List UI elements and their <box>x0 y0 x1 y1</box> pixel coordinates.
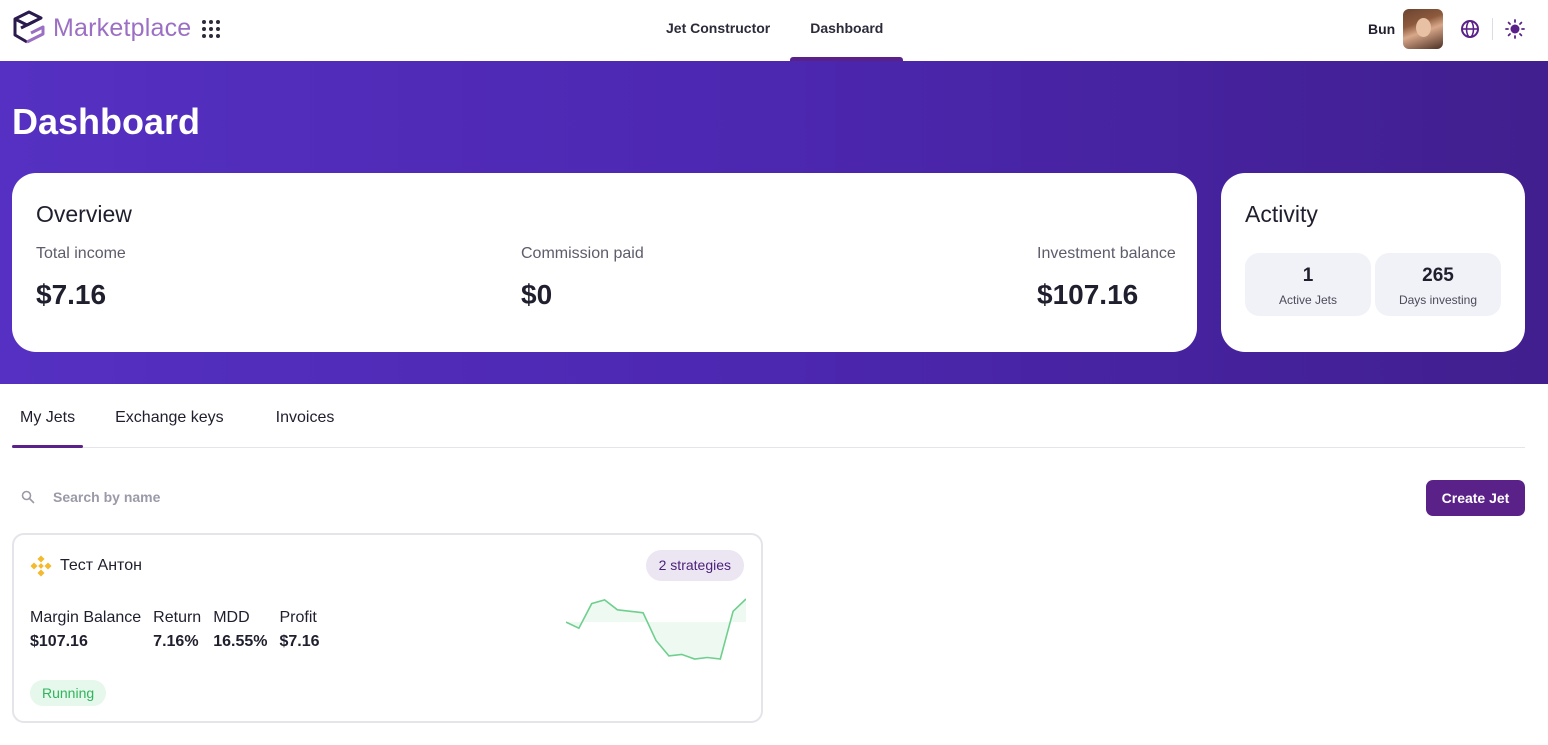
metric-label: Margin Balance <box>30 609 142 626</box>
metric-margin-balance: Margin Balance $107.16 <box>30 609 141 651</box>
jet-card[interactable]: Тест Антон 2 strategies Margin Balance $… <box>12 533 763 723</box>
globe-icon[interactable] <box>1460 19 1480 39</box>
investment-balance-label: Investment balance <box>1037 245 1176 262</box>
total-income-value: $7.16 <box>36 279 107 310</box>
dashboard-hero: Dashboard Overview Total income $7.16 Co… <box>0 61 1548 384</box>
metric-label: Return <box>153 609 202 626</box>
apps-menu-button[interactable] <box>202 20 220 38</box>
total-income-label: Total income <box>36 245 126 262</box>
tab-my-jets[interactable]: My Jets <box>12 384 84 448</box>
overview-title: Overview <box>36 201 132 227</box>
tab-exchange-keys[interactable]: Exchange keys <box>95 384 244 447</box>
metric-value: 7.16% <box>153 633 199 650</box>
nav-jet-constructor[interactable]: Jet Constructor <box>646 0 790 61</box>
active-jets-box: 1 Active Jets <box>1245 253 1371 316</box>
avatar[interactable] <box>1403 9 1444 49</box>
binance-icon <box>30 555 52 577</box>
active-jets-count: 1 <box>1302 265 1314 286</box>
jet-card-header: Тест Антон <box>30 555 142 577</box>
metric-label: MDD <box>213 609 250 626</box>
nav-dashboard[interactable]: Dashboard <box>790 0 904 61</box>
top-navbar: Marketplace Jet Constructor Dashboard Bu… <box>0 0 1548 61</box>
commission-paid-label: Commission paid <box>521 245 644 262</box>
main-nav: Jet Constructor Dashboard <box>646 0 904 61</box>
metric-value: $107.16 <box>30 633 88 650</box>
commission-paid-value: $0 <box>521 279 553 310</box>
brand-logo[interactable]: Marketplace <box>11 9 191 47</box>
metric-mdd: MDD 16.55% <box>213 609 267 651</box>
status-badge: Running <box>30 680 107 706</box>
metric-profit: Profit $7.16 <box>279 609 319 651</box>
grid-dots-icon <box>202 20 206 24</box>
activity-title: Activity <box>1245 201 1318 227</box>
sparkline-area <box>566 599 746 659</box>
create-jet-button[interactable]: Create Jet <box>1426 480 1525 516</box>
tab-invoices[interactable]: Invoices <box>256 384 355 447</box>
active-jets-label: Active Jets <box>1278 293 1338 307</box>
user-name: Bun <box>1368 21 1396 37</box>
days-investing-label: Days investing <box>1398 293 1478 307</box>
overview-card: Overview Total income $7.16 Commission p… <box>12 173 1197 352</box>
metric-value: 16.55% <box>213 633 268 650</box>
sun-icon[interactable] <box>1505 19 1525 39</box>
user-menu[interactable]: Bun <box>1368 9 1444 49</box>
jets-tabs: My Jets Exchange keys Invoices <box>12 384 1525 448</box>
brand-name: Marketplace <box>53 13 192 42</box>
metric-return: Return 7.16% <box>153 609 201 651</box>
strategies-badge[interactable]: 2 strategies <box>645 550 744 581</box>
days-investing-count: 265 <box>1422 265 1454 286</box>
search-input[interactable] <box>53 489 353 505</box>
search-icon <box>21 490 35 504</box>
jet-name: Тест Антон <box>60 557 142 574</box>
search-bar <box>12 476 392 518</box>
metric-label: Profit <box>279 609 317 626</box>
investment-balance-value: $107.16 <box>1037 279 1139 310</box>
page-title: Dashboard <box>12 101 201 142</box>
metric-value: $7.16 <box>279 633 320 650</box>
jet-sparkline-chart <box>566 598 746 660</box>
jet-metrics: Margin Balance $107.16 Return 7.16% MDD … <box>30 609 332 651</box>
activity-card: Activity 1 Active Jets 265 Days investin… <box>1221 173 1525 352</box>
days-investing-box: 265 Days investing <box>1375 253 1501 316</box>
marketplace-logo-icon <box>13 10 45 44</box>
navbar-divider <box>1492 18 1493 40</box>
